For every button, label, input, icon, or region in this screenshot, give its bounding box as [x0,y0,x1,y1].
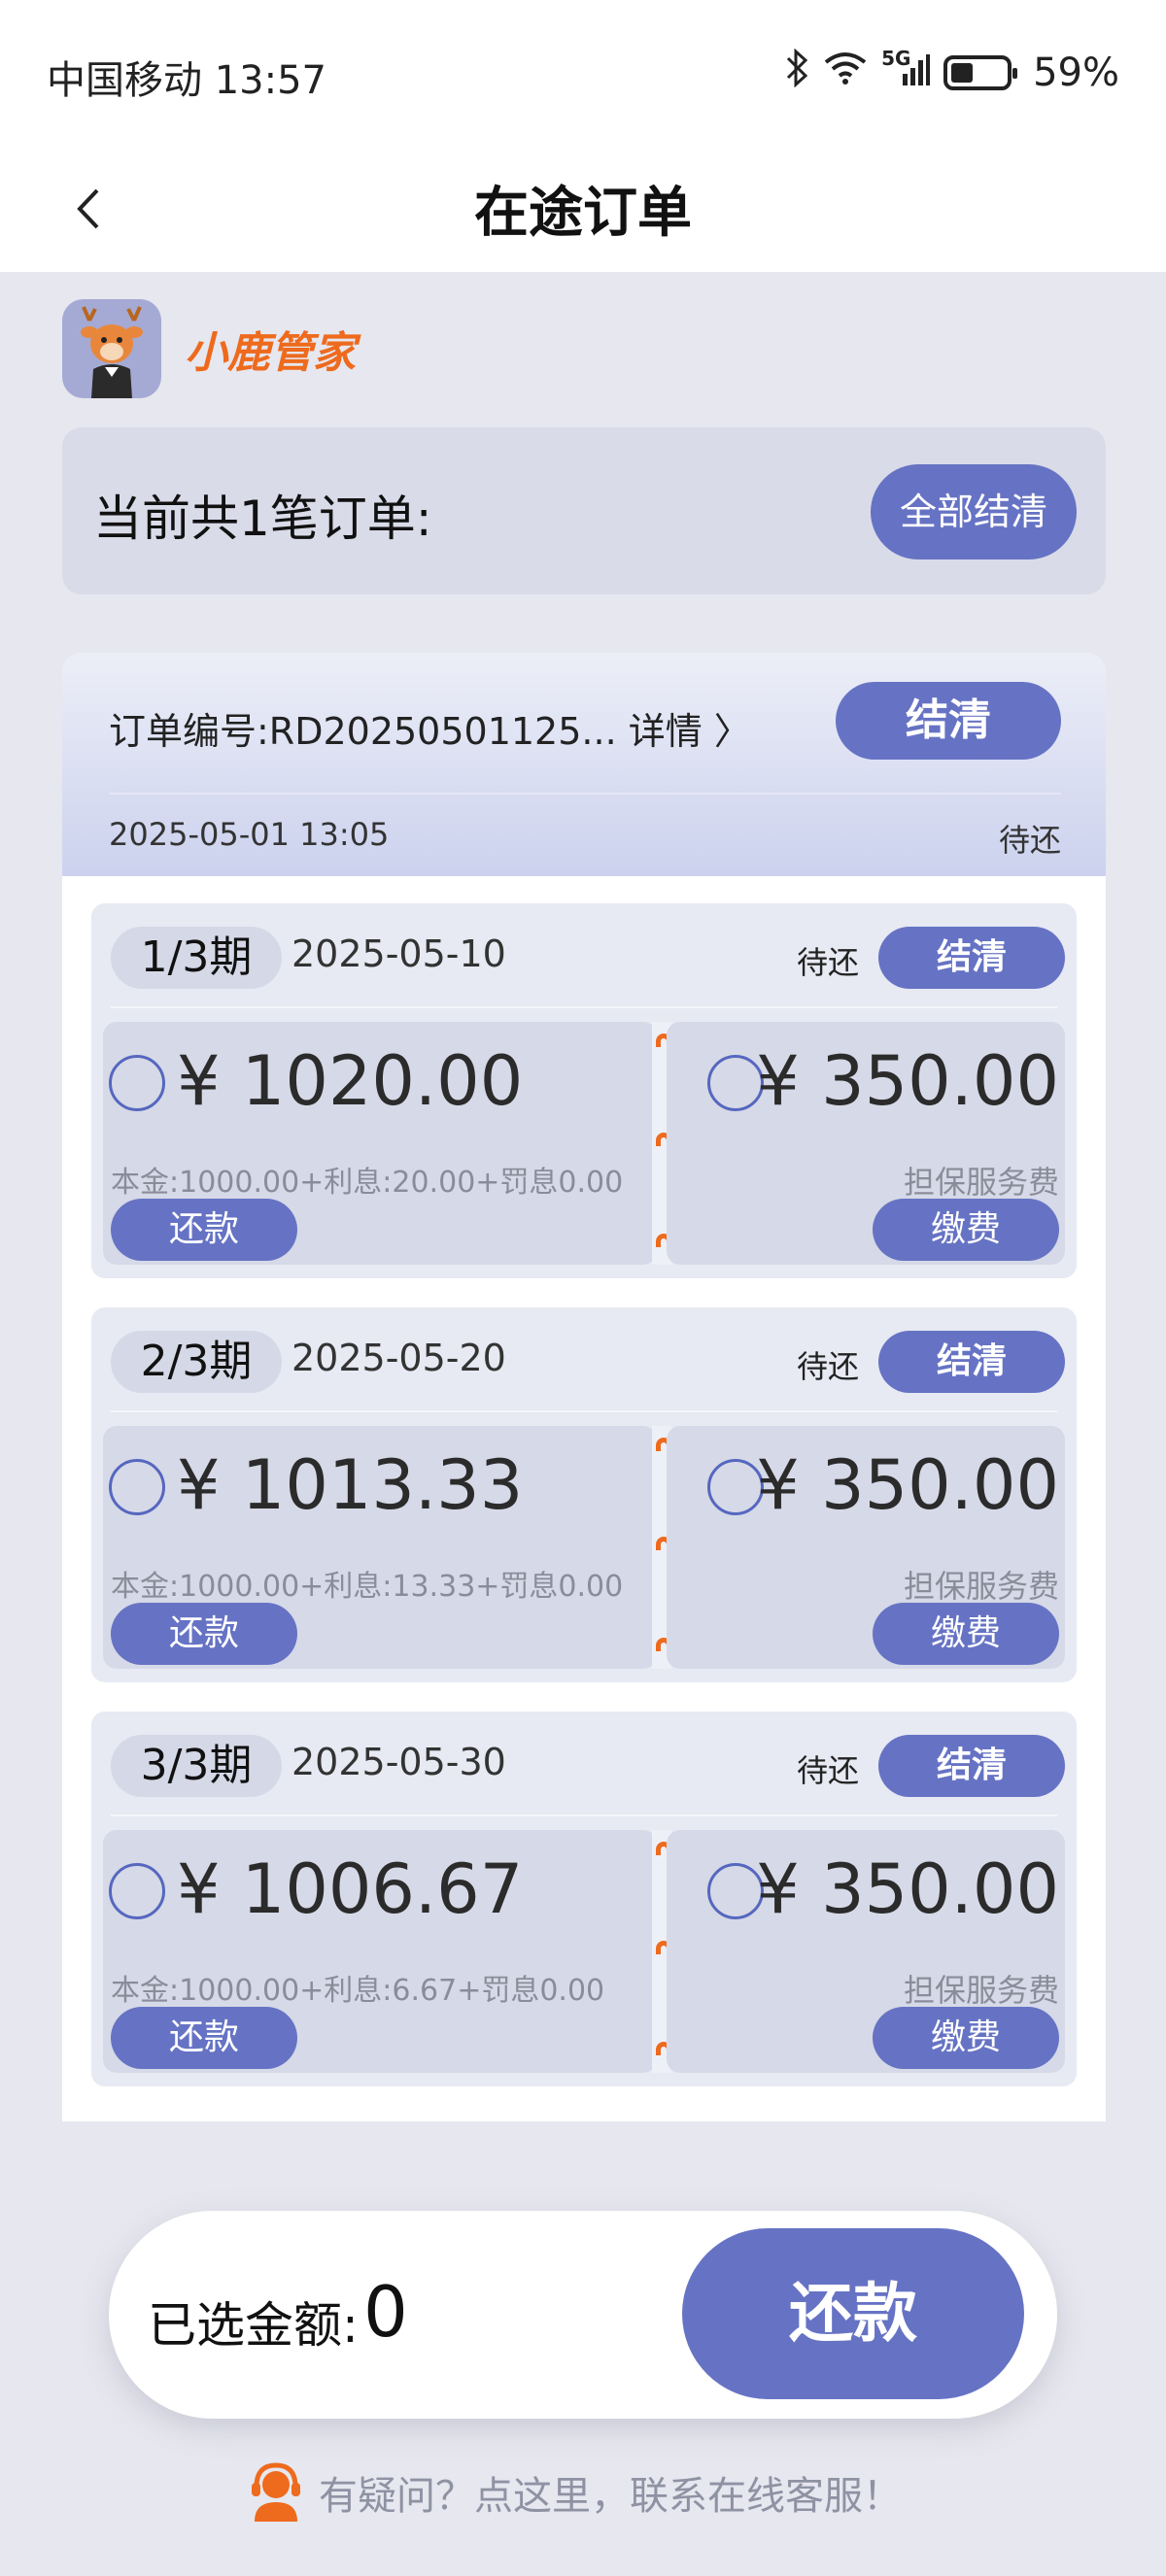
status-bar: 中国移动 13:57 5G 59% [0,0,1166,146]
period-tag: 2/3期 [111,1331,282,1393]
repay-button[interactable]: 还款 [111,2007,297,2069]
installment-card: 2/3期 2025-05-20 待还 结清 ¥ 1013.33 本金:1000.… [91,1307,1077,1682]
fee-amount: ¥ 350.00 [756,1849,1059,1929]
carrier-time: 中国移动 13:57 [47,58,326,103]
order-date: 2025-05-01 13:05 [109,816,390,853]
repayment-amount: ¥ 1020.00 [177,1041,524,1121]
page-title: 在途订单 [474,182,692,245]
repayment-box: ¥ 1006.67 本金:1000.00+利息:6.67+罚息0.00 还款 [103,1830,657,2073]
repayment-radio[interactable] [109,1459,165,1515]
period-settle-button[interactable]: 结清 [878,1331,1065,1393]
network-label: 5G [881,46,911,70]
order-number-link[interactable]: 订单编号:RD20250501125... 详情 〉 [109,701,751,755]
fee-pay-button[interactable]: 缴费 [873,1199,1059,1261]
repayment-amount: ¥ 1013.33 [177,1445,524,1525]
installment-card: 3/3期 2025-05-30 待还 结清 ¥ 1006.67 本金:1000.… [91,1712,1077,2086]
fee-box: ¥ 350.00 担保服务费 缴费 [667,1426,1065,1669]
repay-submit-button[interactable]: 还款 [682,2228,1024,2399]
help-text: 有疑问？点这里，联系在线客服！ [319,2474,902,2519]
amount-breakdown: 本金:1000.00+利息:13.33+罚息0.00 [111,1570,624,1604]
order-status: 待还 [998,822,1061,859]
order-summary: 当前共1笔订单: 全部结清 [62,427,1106,594]
repayment-radio[interactable] [109,1863,165,1919]
amount-breakdown: 本金:1000.00+利息:20.00+罚息0.00 [111,1166,624,1200]
order-card: 订单编号:RD20250501125... 详情 〉 结清 2025-05-01… [62,653,1106,2121]
settle-all-button[interactable]: 全部结清 [871,464,1077,559]
period-date: 2025-05-10 [292,932,506,975]
fee-pay-button[interactable]: 缴费 [873,2007,1059,2069]
fee-label: 担保服务费 [903,1164,1059,1201]
bottom-pay-bar: 已选金额: 0 还款 [109,2211,1057,2419]
period-status: 待还 [797,1752,860,1789]
period-settle-button[interactable]: 结清 [878,1735,1065,1797]
period-tag: 3/3期 [111,1735,282,1797]
nav-header: 在途订单 [0,146,1166,272]
bluetooth-icon [784,48,809,96]
repayment-box: ¥ 1013.33 本金:1000.00+利息:13.33+罚息0.00 还款 [103,1426,657,1669]
divider [111,1006,1057,1008]
repayment-radio[interactable] [109,1055,165,1111]
order-settle-button[interactable]: 结清 [836,682,1061,760]
repay-button[interactable]: 还款 [111,1199,297,1261]
customer-service-link[interactable]: 有疑问？点这里，联系在线客服！ [247,2459,902,2525]
divider [109,793,1061,795]
status-icons: 5G 59% [784,47,1119,96]
repayment-amount: ¥ 1006.67 [177,1849,524,1929]
fee-label: 担保服务费 [903,1972,1059,2009]
battery-percent: 59% [1033,50,1119,95]
period-status: 待还 [797,1348,860,1385]
repay-button[interactable]: 还款 [111,1603,297,1665]
installment-card: 1/3期 2025-05-10 待还 结清 ¥ 1020.00 本金:1000.… [91,903,1077,1278]
period-date: 2025-05-30 [292,1741,506,1783]
divider [111,1814,1057,1816]
headset-icon [247,2459,305,2525]
fee-amount: ¥ 350.00 [756,1445,1059,1525]
selected-amount-label: 已选金额: [148,2297,359,2354]
signal-5g-icon: 5G [881,47,931,93]
battery-icon [943,54,1018,90]
amount-breakdown: 本金:1000.00+利息:6.67+罚息0.00 [111,1974,605,2008]
brand: 小鹿管家 [62,299,356,398]
fee-label: 担保服务费 [903,1568,1059,1605]
period-status: 待还 [797,944,860,981]
wifi-icon [823,51,868,94]
fee-pay-button[interactable]: 缴费 [873,1603,1059,1665]
period-settle-button[interactable]: 结清 [878,927,1065,989]
repayment-box: ¥ 1020.00 本金:1000.00+利息:20.00+罚息0.00 还款 [103,1022,657,1265]
deer-logo-icon [62,299,161,398]
fee-amount: ¥ 350.00 [756,1041,1059,1121]
period-tag: 1/3期 [111,927,282,989]
divider [111,1410,1057,1412]
order-header: 订单编号:RD20250501125... 详情 〉 结清 2025-05-01… [62,653,1106,876]
selected-amount-value: 0 [363,2271,408,2353]
order-count-text: 当前共1笔订单: [93,491,432,547]
brand-name: 小鹿管家 [185,328,356,378]
period-date: 2025-05-20 [292,1337,506,1379]
fee-box: ¥ 350.00 担保服务费 缴费 [667,1830,1065,2073]
fee-box: ¥ 350.00 担保服务费 缴费 [667,1022,1065,1265]
